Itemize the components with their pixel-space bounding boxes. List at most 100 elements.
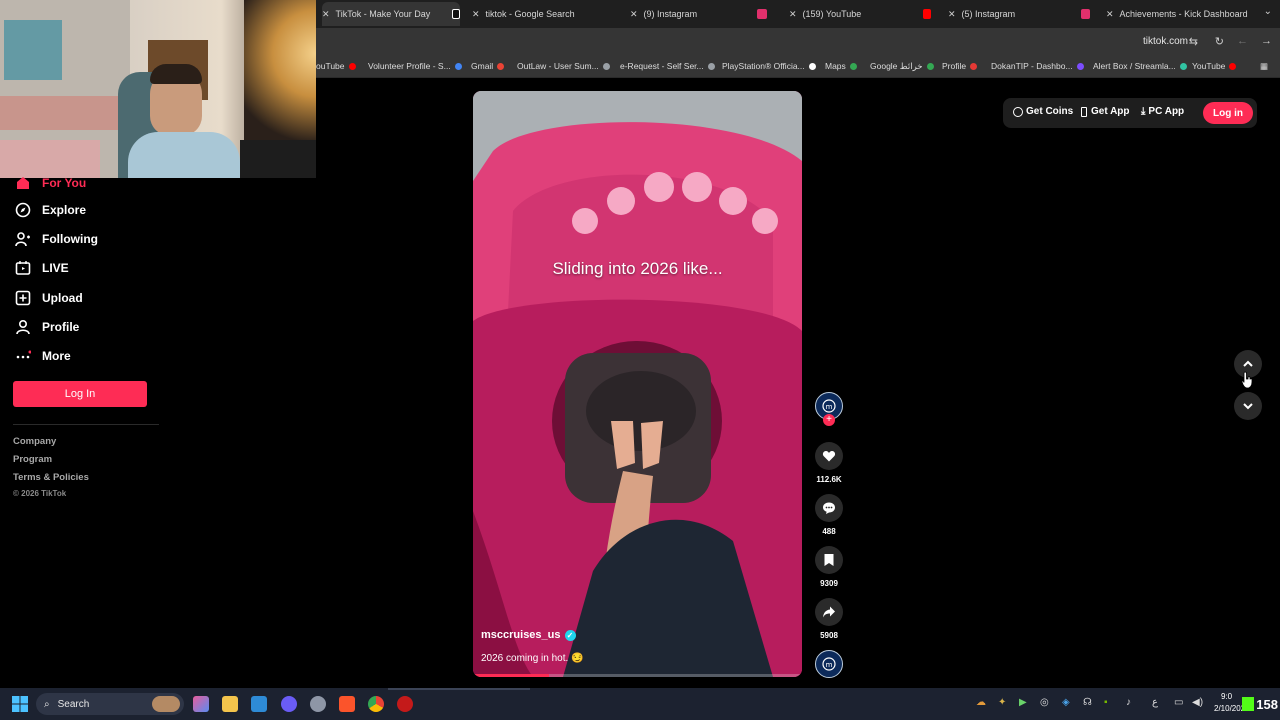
bookmark-item[interactable]: Gmail [471,61,505,71]
save-count: 9309 [820,579,838,588]
close-tab-icon[interactable]: ✕ [472,9,480,20]
chevron-down-icon[interactable]: ⌄ [1264,6,1272,17]
video-player[interactable]: Sliding into 2026 like... msccruises_us … [473,91,802,677]
maps-icon [849,62,857,70]
video-progress-bar[interactable] [473,674,802,677]
sidebar-item-explore[interactable]: Explore [14,201,86,219]
close-tab-icon[interactable]: ✕ [630,9,638,20]
windows-taskbar: ⌕ Search ☁ ✦ ▶ ◎ ◈ ☊ ▪ ♪ ع ▭ ◀) 9:0 2/10… [0,688,1280,720]
divider [13,424,159,425]
bookmark-item[interactable]: DokanTIP - Dashbo... [991,61,1084,71]
bookmark-item[interactable]: Volunteer Profile - S... [368,61,462,71]
video-username-label: msccruises_us [481,629,561,641]
footer-link-company[interactable]: Company [13,436,56,447]
close-tab-icon[interactable]: ✕ [948,9,956,20]
site-settings-icon[interactable]: ⇆ [1189,35,1198,48]
tab-title: (9) Instagram [643,9,698,19]
pc-app-button[interactable]: ⤓ PC App [1141,106,1184,117]
bookmark-item[interactable]: Google خرائط [870,61,934,72]
widgets-icon[interactable] [193,696,209,712]
bookmark-item[interactable]: Profile [942,61,978,71]
get-app-button[interactable]: Get App [1081,106,1130,117]
nvidia-icon[interactable]: ▪ [1104,697,1108,708]
tab-youtube[interactable]: ✕ (159) YouTube [789,2,931,26]
sound-disc[interactable]: m [814,650,844,678]
reload-icon[interactable]: ↻ [1215,35,1224,48]
bookmark-item[interactable]: ouTube [316,61,356,71]
windows-start-icon[interactable] [12,696,28,712]
taskbar-search[interactable]: ⌕ Search [36,693,184,715]
video-progress-fill [473,674,549,677]
bookmark-item[interactable]: PlayStation® Officia... [722,61,816,71]
close-tab-icon[interactable]: ✕ [789,9,797,20]
coin-icon [1013,106,1023,117]
sidebar-item-label: Explore [42,203,87,217]
bookmark-item[interactable]: e-Request - Self Ser... [620,61,715,71]
bookmark-favicon-icon [454,62,462,70]
bookmark-item[interactable]: Maps [825,61,857,71]
heart-icon [815,442,843,470]
tray-app-icon[interactable]: ✦ [998,697,1006,708]
file-explorer-icon[interactable] [222,696,238,712]
obs-icon[interactable] [397,696,413,712]
settings-icon[interactable] [310,696,326,712]
playstation-icon [808,62,816,70]
comment-icon [815,494,843,522]
discord-icon[interactable] [281,696,297,712]
chrome-icon[interactable] [368,696,384,712]
tray-app-icon[interactable]: ◈ [1062,697,1070,708]
back-icon[interactable]: ← [1237,35,1248,47]
microphone-icon[interactable]: ♪ [1126,697,1131,708]
svg-text:m: m [826,403,833,411]
tab-title: (5) Instagram [961,9,1016,19]
sidebar-item-for-you[interactable]: For You [14,174,86,192]
sidebar-item-profile[interactable]: Profile [14,318,79,336]
sidebar-item-following[interactable]: Following [14,230,98,248]
footer-link-terms[interactable]: Terms & Policies [13,472,89,483]
address-bar-row: tiktok.com ⇆ ↻ ← → [316,28,1280,56]
tab-tiktok[interactable]: ✕ TikTok - Make Your Day [322,2,460,26]
comment-button[interactable]: 488 [814,494,844,536]
get-coins-button[interactable]: Get Coins [1013,106,1073,117]
bookmark-item[interactable]: YouTube [1192,61,1237,71]
forward-icon[interactable]: → [1261,35,1272,47]
creator-avatar[interactable]: m + [814,392,844,426]
save-button[interactable]: 9309 [814,546,844,588]
comment-count: 488 [822,527,836,536]
volume-icon[interactable]: ◀) [1192,697,1203,708]
download-icon: ⤓ [1141,106,1146,117]
home-icon [14,174,32,192]
tab-instagram[interactable]: ✕ (9) Instagram [630,2,774,26]
tab-google-search[interactable]: ✕ tiktok - Google Search [472,2,614,26]
share-button[interactable]: 5908 [814,598,844,640]
tray-app-icon[interactable]: ◎ [1040,697,1049,708]
clock-time[interactable]: 9:0 [1221,692,1232,701]
sidebar-item-upload[interactable]: Upload [14,289,83,307]
tab-kick-dashboard[interactable]: ✕ Achievements - Kick Dashboard [1106,2,1252,26]
live-tv-icon [14,259,32,277]
close-tab-icon[interactable]: ✕ [1106,9,1114,20]
tab-instagram-2[interactable]: ✕ (5) Instagram [948,2,1090,26]
tray-app-icon[interactable]: ☁ [976,697,986,708]
footer-copyright: © 2026 TikTok [13,489,67,498]
tray-play-icon[interactable]: ▶ [1019,697,1027,708]
close-tab-icon[interactable]: ✕ [322,9,330,20]
bookmark-item[interactable]: Alert Box / Streamla... [1093,61,1187,71]
sidebar-item-live[interactable]: LIVE [14,259,69,277]
follow-plus-icon[interactable]: + [823,414,835,426]
bookmark-item[interactable]: OutLaw - User Sum... [517,61,610,71]
like-button[interactable]: 112.6K [814,442,844,484]
store-icon[interactable] [251,696,267,712]
brave-icon[interactable] [339,696,355,712]
next-video-button[interactable] [1234,392,1262,420]
sidebar-login-button[interactable]: Log In [13,381,147,407]
video-username[interactable]: msccruises_us ✓ [481,629,576,641]
language-indicator[interactable]: ع [1152,697,1158,708]
headset-icon[interactable]: ☊ [1083,697,1092,708]
address-url[interactable]: tiktok.com [1143,36,1188,47]
sidebar-item-more[interactable]: More [14,347,71,365]
network-icon[interactable]: ▭ [1174,697,1183,708]
header-login-button[interactable]: Log in [1203,102,1253,124]
grid-icon[interactable]: ▦ [1260,61,1268,72]
footer-link-program[interactable]: Program [13,454,52,465]
